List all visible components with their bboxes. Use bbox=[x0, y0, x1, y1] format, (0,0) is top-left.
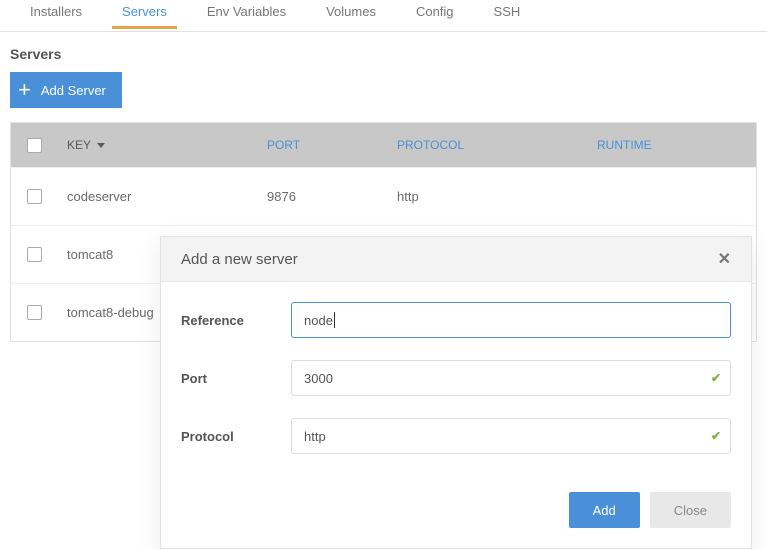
modal-footer: Add Close bbox=[161, 482, 751, 548]
modal-body: Reference node Port ✔ Protocol ✔ bbox=[161, 282, 751, 482]
close-icon[interactable]: ✕ bbox=[718, 249, 731, 269]
modal-overlay: Add a new server ✕ Reference node Port ✔ bbox=[0, 0, 767, 549]
modal-header: Add a new server ✕ bbox=[161, 237, 751, 282]
add-button[interactable]: Add bbox=[569, 492, 640, 528]
port-input[interactable] bbox=[291, 360, 731, 396]
port-label: Port bbox=[181, 371, 291, 386]
close-button[interactable]: Close bbox=[650, 492, 731, 528]
protocol-input[interactable] bbox=[291, 418, 731, 454]
reference-input[interactable]: node bbox=[291, 302, 731, 338]
text-caret bbox=[334, 312, 335, 328]
add-server-modal: Add a new server ✕ Reference node Port ✔ bbox=[160, 236, 752, 549]
valid-check-icon: ✔ bbox=[711, 429, 721, 443]
modal-title: Add a new server bbox=[181, 251, 298, 268]
protocol-label: Protocol bbox=[181, 429, 291, 444]
valid-check-icon: ✔ bbox=[711, 371, 721, 385]
reference-label: Reference bbox=[181, 313, 291, 328]
